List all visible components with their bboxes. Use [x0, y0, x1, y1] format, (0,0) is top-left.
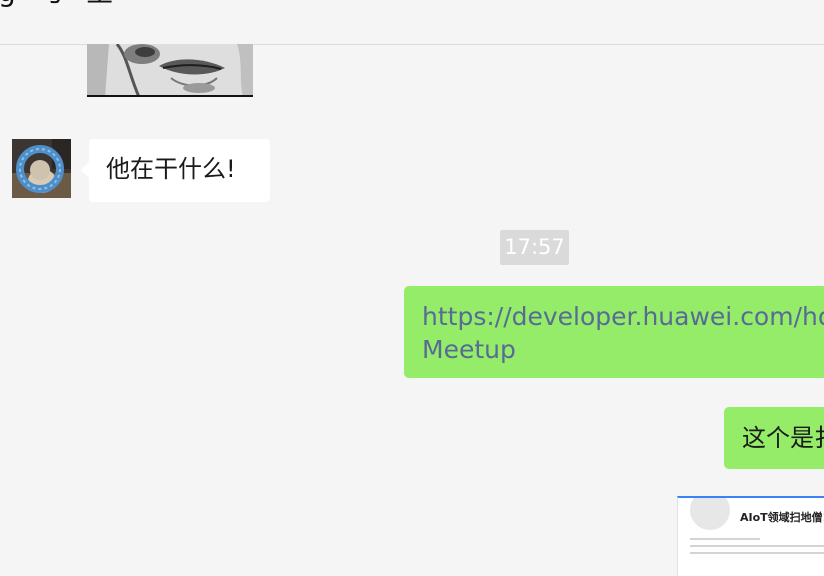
card-text-line	[690, 545, 824, 547]
message-timestamp: 17:57	[500, 230, 569, 265]
avatar-photo	[12, 139, 71, 198]
card-text-line	[690, 538, 760, 540]
card-author-avatar	[690, 498, 730, 530]
shared-article-card[interactable]: AIoT领域扫地僧1	[677, 496, 824, 576]
incoming-text-bubble[interactable]: 他在干什么!	[81, 139, 270, 202]
outgoing-text-bubble[interactable]: 这个是扌	[724, 407, 824, 469]
link-text-line-1[interactable]: https://developer.huawei.com/home/	[422, 300, 824, 333]
chat-header: g 与 空	[0, 0, 824, 45]
outgoing-link-bubble[interactable]: https://developer.huawei.com/home/ Meetu…	[404, 286, 824, 378]
link-text-line-2: Meetup	[422, 335, 516, 364]
sticker-image-art	[87, 44, 253, 97]
card-text-line	[690, 552, 824, 554]
chat-title: g 与 空	[0, 0, 120, 10]
sticker-image[interactable]	[87, 44, 253, 97]
contact-avatar[interactable]	[12, 139, 71, 198]
card-title: AIoT领域扫地僧1	[740, 511, 824, 524]
